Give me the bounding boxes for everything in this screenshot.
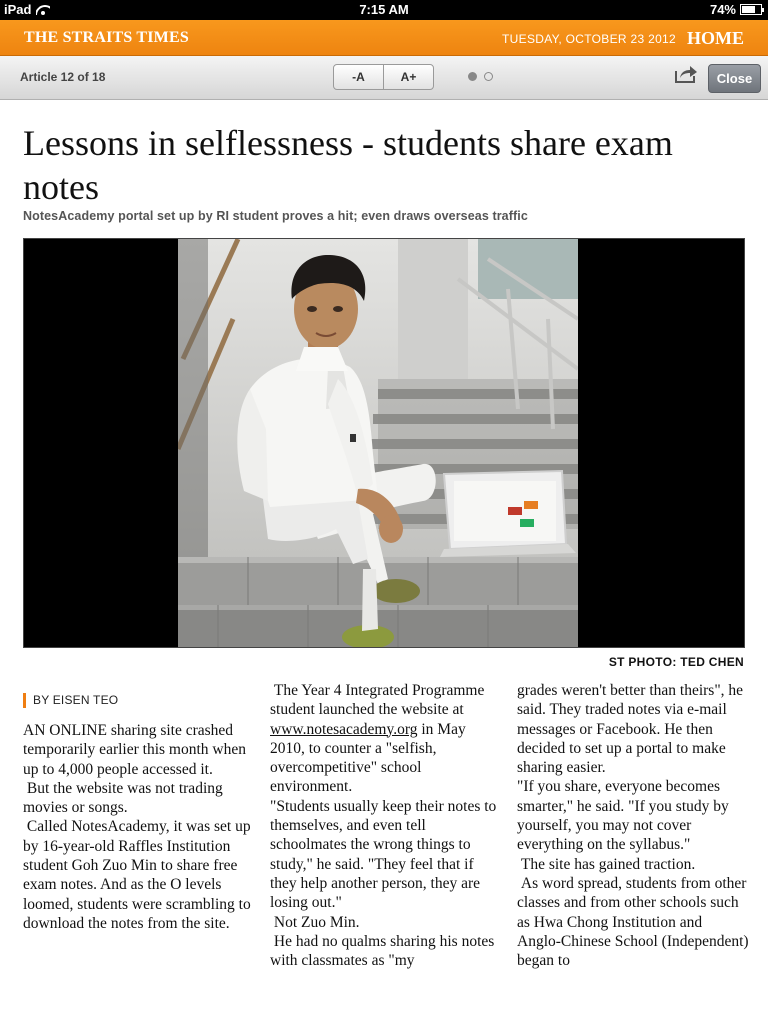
article-counter: Article 12 of 18 xyxy=(20,70,106,84)
paragraph: "Students usually keep their notes to th… xyxy=(270,797,501,912)
subheadline: NotesAcademy portal set up by RI student… xyxy=(23,209,528,223)
paragraph-text: The Year 4 Integrated Programme student … xyxy=(270,682,489,719)
paragraph: grades weren't better than theirs", he s… xyxy=(517,682,747,777)
article-photo[interactable] xyxy=(23,238,745,648)
page-dot[interactable] xyxy=(468,72,477,81)
font-size-controls: -A A+ xyxy=(333,64,434,90)
headline: Lessons in selflessness - students share… xyxy=(23,123,673,207)
paragraph: As word spread, students from other clas… xyxy=(517,874,753,970)
article-column-1: AN ONLINE sharing site crashed temporari… xyxy=(23,721,263,933)
notesacademy-link[interactable]: www.notesacademy.org xyxy=(270,721,418,738)
increase-font-button[interactable]: A+ xyxy=(383,65,433,89)
close-button[interactable]: Close xyxy=(708,64,761,93)
article-toolbar: Article 12 of 18 -A A+ xyxy=(0,56,768,100)
page-dot[interactable] xyxy=(484,72,493,81)
photo-credit: ST PHOTO: TED CHEN xyxy=(608,655,744,669)
photo-scene xyxy=(178,239,578,647)
paragraph: AN ONLINE sharing site crashed temporari… xyxy=(23,722,250,778)
article-column-2: The Year 4 Integrated Programme student … xyxy=(270,681,500,970)
battery-icon xyxy=(740,4,764,15)
paragraph: "If you share, everyone becomes smarter,… xyxy=(517,778,733,854)
home-link[interactable]: HOME xyxy=(687,28,744,49)
battery-fill xyxy=(742,6,756,13)
share-icon[interactable] xyxy=(674,64,698,84)
byline: BY EISEN TEO xyxy=(23,693,118,708)
paragraph: The site has gained traction. xyxy=(517,855,696,873)
paragraph: But the website was not trading movies o… xyxy=(23,779,227,817)
straits-times-logo: THE STRAITS TIMES xyxy=(24,29,189,46)
article-column-3: grades weren't better than theirs", he s… xyxy=(517,681,749,970)
page-indicator[interactable] xyxy=(468,72,493,81)
paragraph: Called NotesAcademy, it was set up by 16… xyxy=(23,818,255,932)
paragraph: The Year 4 Integrated Programme student … xyxy=(270,681,500,797)
battery-percent: 74% xyxy=(709,2,736,17)
masthead: THE STRAITS TIMES TUESDAY, OCTOBER 23 20… xyxy=(0,20,768,56)
status-time: 7:15 AM xyxy=(359,2,409,17)
paragraph: Not Zuo Min. xyxy=(270,913,360,931)
paragraph: He had no qualms sharing his notes with … xyxy=(270,932,499,970)
decrease-font-button[interactable]: -A xyxy=(334,65,383,89)
status-bar: iPad 7:15 AM 74% xyxy=(0,0,768,20)
edition-date: TUESDAY, OCTOBER 23 2012 xyxy=(502,32,676,46)
